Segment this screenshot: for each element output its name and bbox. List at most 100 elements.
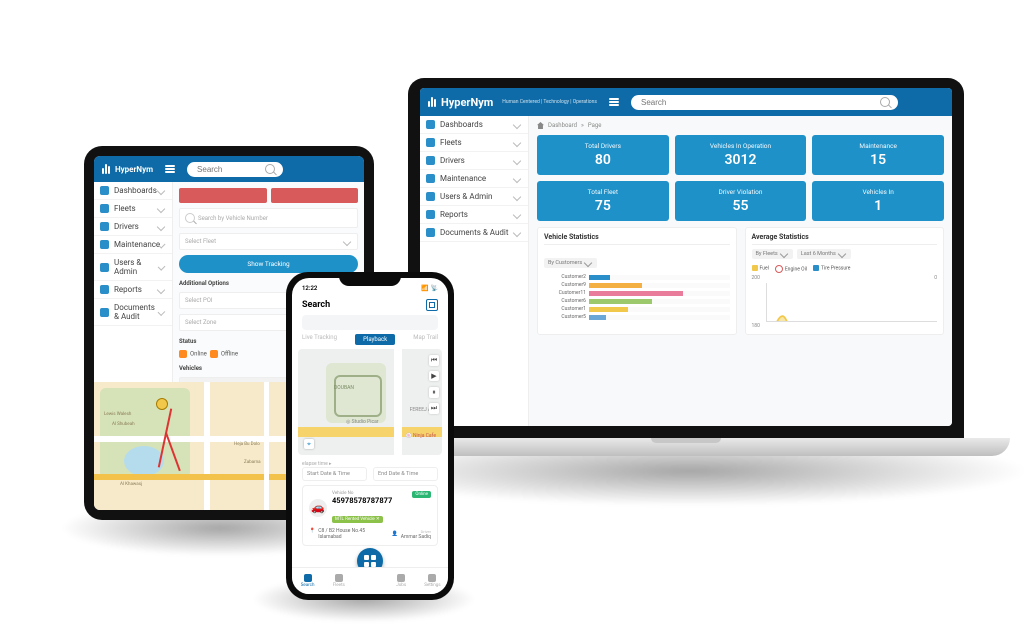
laptop-main: Dashboard » Page Total Drivers80Vehicles… [529,116,952,426]
bar-row: Customer1 [544,306,730,312]
search-field[interactable] [631,95,898,110]
oil-swatch-icon [775,265,783,273]
show-tracking-button[interactable]: Show Tracking [179,255,358,273]
sidebar-item-users[interactable]: Users & Admin [94,254,172,281]
phone-map[interactable]: DOUBAN ◎ Studio Picar FEREEJ AL 🍥 Ninja … [298,349,442,455]
reports-icon [426,210,435,219]
sidebar-item-drivers[interactable]: Drivers [420,152,528,170]
brand-logo: HyperNym [102,164,153,174]
crumb-root[interactable]: Dashboard [548,122,577,129]
kpi-value: 55 [681,198,801,214]
kpi-card[interactable]: Total Fleet75 [537,181,669,221]
select-fleet[interactable]: Select Fleet [179,233,358,250]
sidebar-item-users[interactable]: Users & Admin [420,188,528,206]
sidebar-label: Drivers [440,156,465,165]
map-label: Al Khawasj [120,482,142,487]
kpi-label: Total Fleet [543,188,663,196]
start-date-input[interactable]: Start Date & Time [302,467,367,481]
drivers-icon [426,156,435,165]
phone-header: Search [292,295,448,313]
wifi-icon: 📡 [431,285,438,292]
bar-label: Customer6 [544,298,586,304]
chevron-down-icon [513,156,521,164]
tab-settings[interactable]: Settings [417,568,448,594]
sidebar-label: Users & Admin [440,192,492,201]
kpi-card[interactable]: Total Drivers80 [537,135,669,175]
kpi-label: Maintenance [818,142,938,150]
tab-live[interactable]: Live Tracking [302,334,337,345]
docs-icon [426,228,435,237]
filter-by-customers[interactable]: By Customers [544,258,597,268]
vehicle-tag[interactable]: MTL Rented Vehicle ✕ [332,516,383,523]
page-title: Search [302,300,330,310]
sidebar-item-fleets[interactable]: Fleets [94,200,172,218]
tab-jobs[interactable]: Jobs [386,568,417,594]
home-icon[interactable] [537,122,544,129]
status-time: 12:22 [302,285,317,292]
search-vehicle-input[interactable]: Search by Vehicle Number [179,208,358,228]
sidebar-item-docs[interactable]: Documents & Audit [420,224,528,242]
menu-icon[interactable] [165,165,175,173]
vehicle-no: 45978578787877 [332,496,407,505]
bar-row: Customer11 [544,290,730,296]
kpi-card[interactable]: Vehicles In Operation3012 [675,135,807,175]
laptop-topbar: HyperNym Human Centered | Technology | O… [420,88,952,116]
avg-legend: Fuel Engine Oil Tire Pressure [752,265,938,273]
search-field[interactable] [187,162,283,177]
filter-last-6-months[interactable]: Last 6 Months [797,249,851,259]
sidebar-item-fleets[interactable]: Fleets [420,134,528,152]
end-date-input[interactable]: End Date & Time [373,467,438,481]
menu-icon[interactable] [609,98,619,106]
laptop-mockup: HyperNym Human Centered | Technology | O… [408,78,964,440]
bar-label: Customer11 [544,290,586,296]
phone-search-input[interactable] [302,315,438,330]
car-icon: 🚗 [309,499,327,517]
search-input[interactable] [195,164,265,175]
users-icon [426,192,435,201]
vehicle-card[interactable]: 🚗 Vehicle No 45978578787877 MTL Rented V… [302,485,438,546]
sidebar-item-drivers[interactable]: Drivers [94,218,172,236]
locate-me-icon[interactable]: ⌖ [304,439,314,449]
stadium-icon [334,375,382,417]
search-input[interactable] [639,97,880,108]
kpi-value: 80 [543,152,663,168]
sidebar-label: Dashboards [440,120,483,129]
filter-by-fleets[interactable]: By Fleets [752,249,793,259]
map-skip-back-icon[interactable]: ⏮ [429,355,439,366]
chip-a[interactable] [179,188,267,203]
bar-label: Customer2 [544,274,586,280]
map-label: Al Shubeah [112,422,135,427]
map-skip-fwd-icon[interactable]: ⏭ [429,403,439,414]
tab-fleets[interactable]: Fleets [323,568,354,594]
sidebar-item-dashboards[interactable]: Dashboards [94,182,172,200]
chip-b[interactable] [271,188,359,203]
sidebar-item-maintenance[interactable]: Maintenance [420,170,528,188]
map-pause-icon[interactable]: ⏸ [429,387,439,398]
map-label: Heja Bu Dolo [234,442,260,447]
users-icon [100,263,109,272]
panel-title: Vehicle Statistics [544,233,730,245]
tab-search[interactable]: Search [292,568,323,594]
sidebar-item-reports[interactable]: Reports [94,281,172,299]
map-play-icon[interactable]: ▶ [429,371,439,381]
axis-label: 200 [752,275,760,281]
crumb-page: Page [588,122,602,129]
layout-icon[interactable] [426,299,438,311]
panel-avg-stats: Average Statistics By Fleets Last 6 Mont… [745,227,945,335]
sidebar-item-dashboards[interactable]: Dashboards [420,116,528,134]
kpi-card[interactable]: Maintenance15 [812,135,944,175]
vehicle-marker-icon[interactable] [156,398,168,410]
tab-playback[interactable]: Playback [355,334,395,345]
phone-notch [339,272,401,286]
breadcrumb: Dashboard » Page [537,122,944,129]
bar-label: Customer1 [544,306,586,312]
logo-bars-icon [428,97,438,107]
sidebar-item-maintenance[interactable]: Maintenance [94,236,172,254]
tab-trail[interactable]: Map Trail [413,334,438,345]
kpi-card[interactable]: Vehicles In1 [812,181,944,221]
kpi-card[interactable]: Driver Violation55 [675,181,807,221]
kpi-label: Vehicles In [818,188,938,196]
sidebar-item-reports[interactable]: Reports [420,206,528,224]
sidebar-item-docs[interactable]: Documents & Audit [94,299,172,326]
chevron-down-icon [513,174,521,182]
